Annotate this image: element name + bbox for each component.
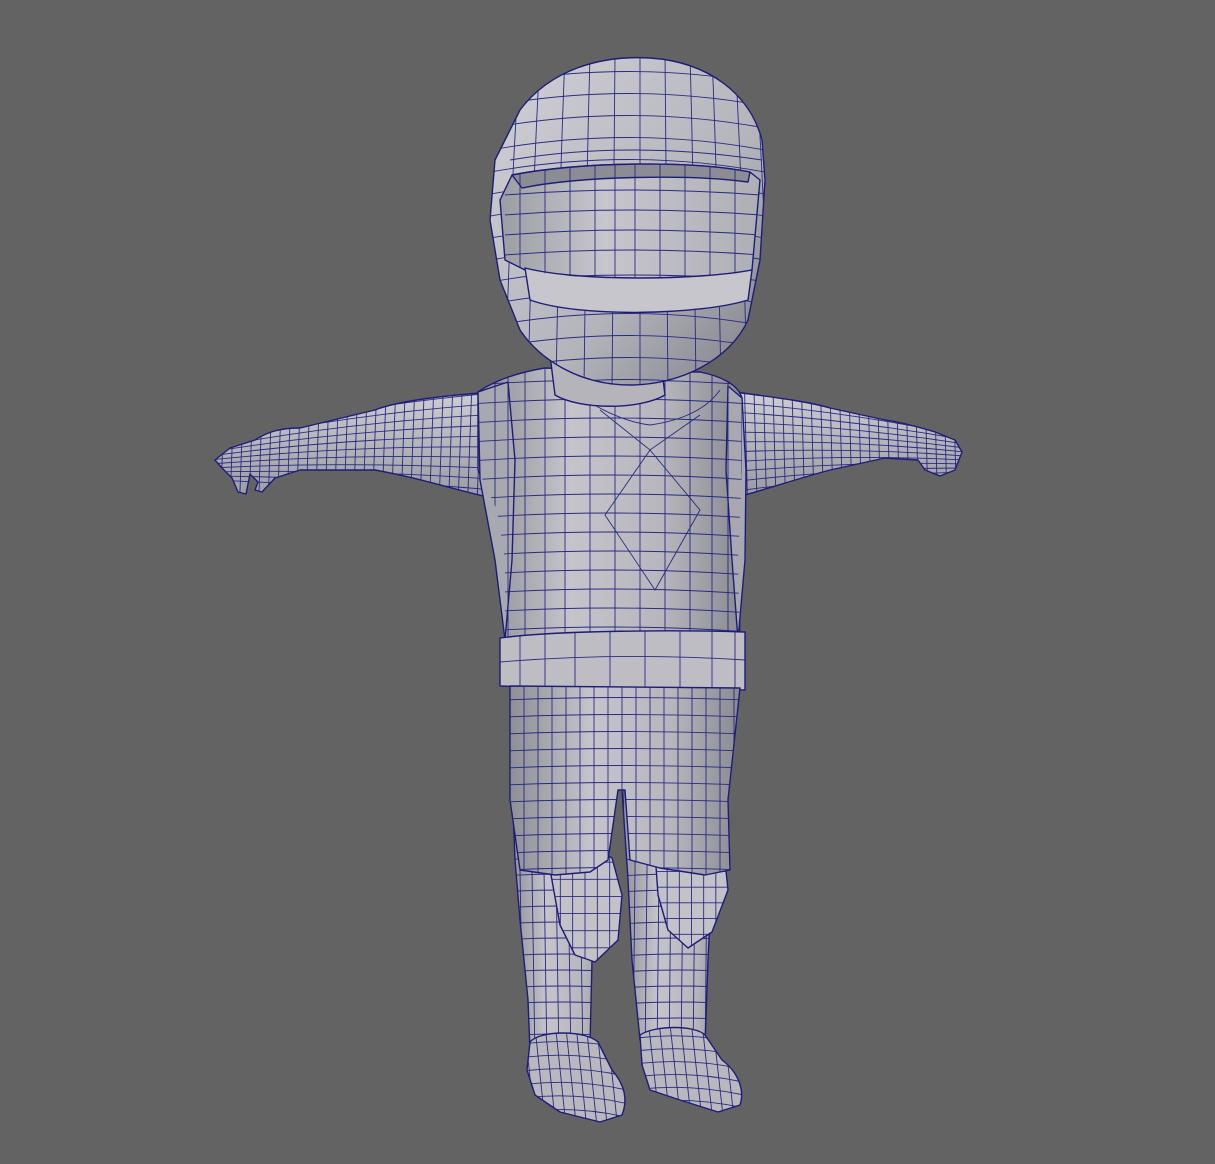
left-arm[interactable] <box>210 391 505 505</box>
3d-viewport[interactable] <box>0 0 1215 1164</box>
viewport-canvas[interactable] <box>0 0 1215 1164</box>
hips[interactable] <box>505 685 745 880</box>
right-arm[interactable] <box>730 390 985 500</box>
visor[interactable] <box>499 160 761 320</box>
left-boot[interactable] <box>525 1028 638 1131</box>
right-boot[interactable] <box>638 1023 755 1121</box>
belt[interactable] <box>499 630 746 692</box>
torso[interactable] <box>470 365 750 645</box>
